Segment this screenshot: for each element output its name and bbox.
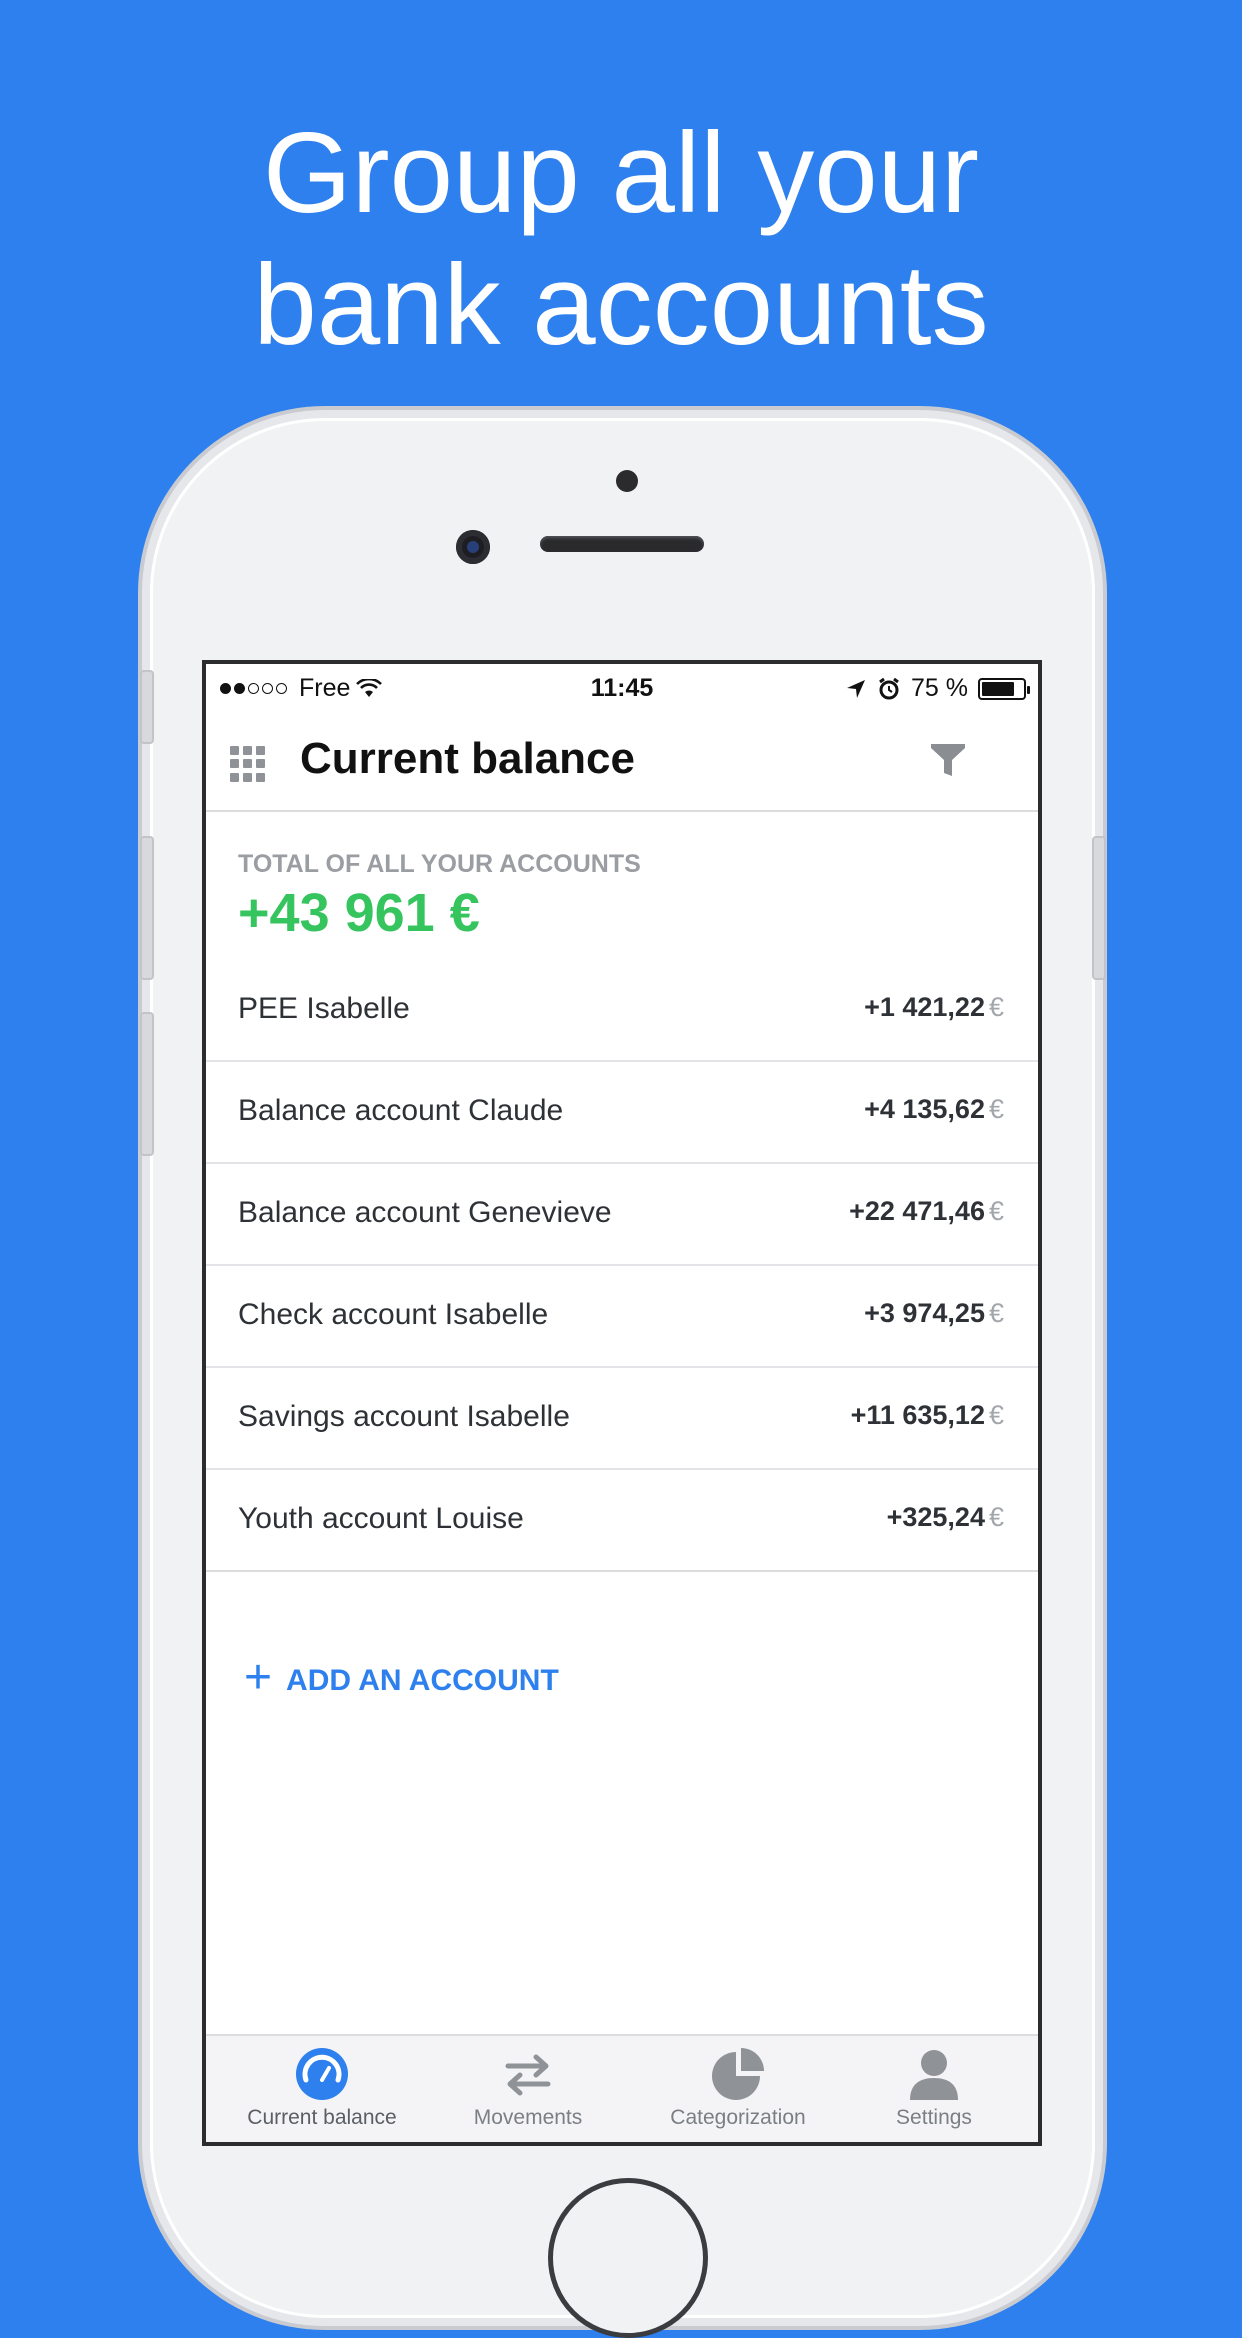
account-row[interactable]: Savings account Isabelle +11 635,12 € (206, 1368, 1038, 1470)
account-amount: +4 135,62 € (864, 1094, 1004, 1125)
account-amount-value: +4 135,62 (864, 1094, 985, 1124)
alarm-icon (879, 677, 899, 699)
account-row[interactable]: Balance account Claude +4 135,62 € (206, 1062, 1038, 1164)
account-amount-value: +22 471,46 (849, 1196, 985, 1226)
total-balance: +43 961 € (238, 883, 480, 943)
account-amount: +3 974,25 € (864, 1298, 1004, 1329)
volume-up-button (140, 836, 154, 980)
front-camera (456, 530, 490, 564)
account-amount-value: +3 974,25 (864, 1298, 985, 1328)
account-amount-value: +1 421,22 (864, 992, 985, 1022)
account-amount-value: +11 635,12 (850, 1400, 985, 1430)
account-amount-value: +325,24 (886, 1502, 985, 1532)
account-row[interactable]: Check account Isabelle +3 974,25 € (206, 1266, 1038, 1368)
tab-categorization[interactable]: Categorization (638, 2046, 838, 2130)
location-arrow-icon (847, 679, 866, 698)
mute-switch (140, 670, 154, 744)
headline-line-1: Group all your (262, 110, 979, 237)
filter-icon[interactable] (928, 740, 968, 780)
tab-current-balance[interactable]: Current balance (222, 2046, 422, 2130)
account-currency: € (988, 1400, 1004, 1430)
account-name: Balance account Claude (238, 1094, 564, 1127)
add-account-label: ADD AN ACCOUNT (286, 1664, 559, 1697)
power-button (1092, 836, 1106, 980)
account-name: Youth account Louise (238, 1502, 524, 1535)
account-list: PEE Isabelle +1 421,22 € Balance account … (206, 960, 1038, 1572)
battery-icon (978, 677, 1030, 700)
account-row[interactable]: Youth account Louise +325,24 € (206, 1470, 1038, 1572)
tab-bar: Current balance Movements Categorization… (206, 2034, 1038, 2142)
battery-percent: 75 % (911, 674, 968, 702)
account-amount: +11 635,12 € (851, 1400, 1004, 1431)
account-amount: +325,24 € (887, 1502, 1004, 1533)
account-name: Balance account Genevieve (238, 1196, 612, 1229)
tab-label: Categorization (670, 2106, 806, 2129)
account-name: PEE Isabelle (238, 992, 410, 1025)
app-screen: Free 11:45 75 % Current balance TOTAL OF… (202, 660, 1042, 2146)
navigation-bar: Current balance (206, 714, 1038, 812)
total-label: TOTAL OF ALL YOUR ACCOUNTS (238, 850, 641, 878)
headline: Group all your bank accounts (0, 108, 1242, 372)
tab-settings[interactable]: Settings (834, 2046, 1034, 2130)
account-currency: € (988, 1502, 1004, 1532)
home-button[interactable] (548, 2178, 708, 2338)
account-amount: +22 471,46 € (849, 1196, 1004, 1227)
account-name: Check account Isabelle (238, 1298, 549, 1331)
add-account-button[interactable]: + ADD AN ACCOUNT (244, 1654, 559, 1702)
tab-movements[interactable]: Movements (428, 2046, 628, 2130)
pie-chart-icon (712, 2048, 764, 2100)
account-amount: +1 421,22 € (864, 992, 1004, 1023)
page-title: Current balance (300, 734, 635, 783)
proximity-sensor (616, 470, 638, 492)
apps-grid-icon[interactable] (230, 746, 266, 782)
tab-label: Current balance (247, 2106, 397, 2129)
status-right: 75 % (845, 674, 1030, 703)
account-currency: € (988, 992, 1004, 1022)
gauge-icon (296, 2048, 348, 2100)
plus-icon: + (244, 1651, 273, 1704)
person-icon (910, 2050, 958, 2100)
account-name: Savings account Isabelle (238, 1400, 570, 1433)
account-row[interactable]: PEE Isabelle +1 421,22 € (206, 960, 1038, 1062)
transfer-arrows-icon (505, 2054, 551, 2096)
account-row[interactable]: Balance account Genevieve +22 471,46 € (206, 1164, 1038, 1266)
volume-down-button (140, 1012, 154, 1156)
tab-label: Settings (896, 2106, 972, 2129)
tab-label: Movements (473, 2106, 583, 2129)
status-bar: Free 11:45 75 % (206, 664, 1038, 714)
headline-line-2: bank accounts (253, 242, 989, 369)
earpiece-speaker (540, 536, 704, 552)
account-currency: € (988, 1196, 1004, 1226)
account-currency: € (988, 1298, 1004, 1328)
account-currency: € (988, 1094, 1004, 1124)
